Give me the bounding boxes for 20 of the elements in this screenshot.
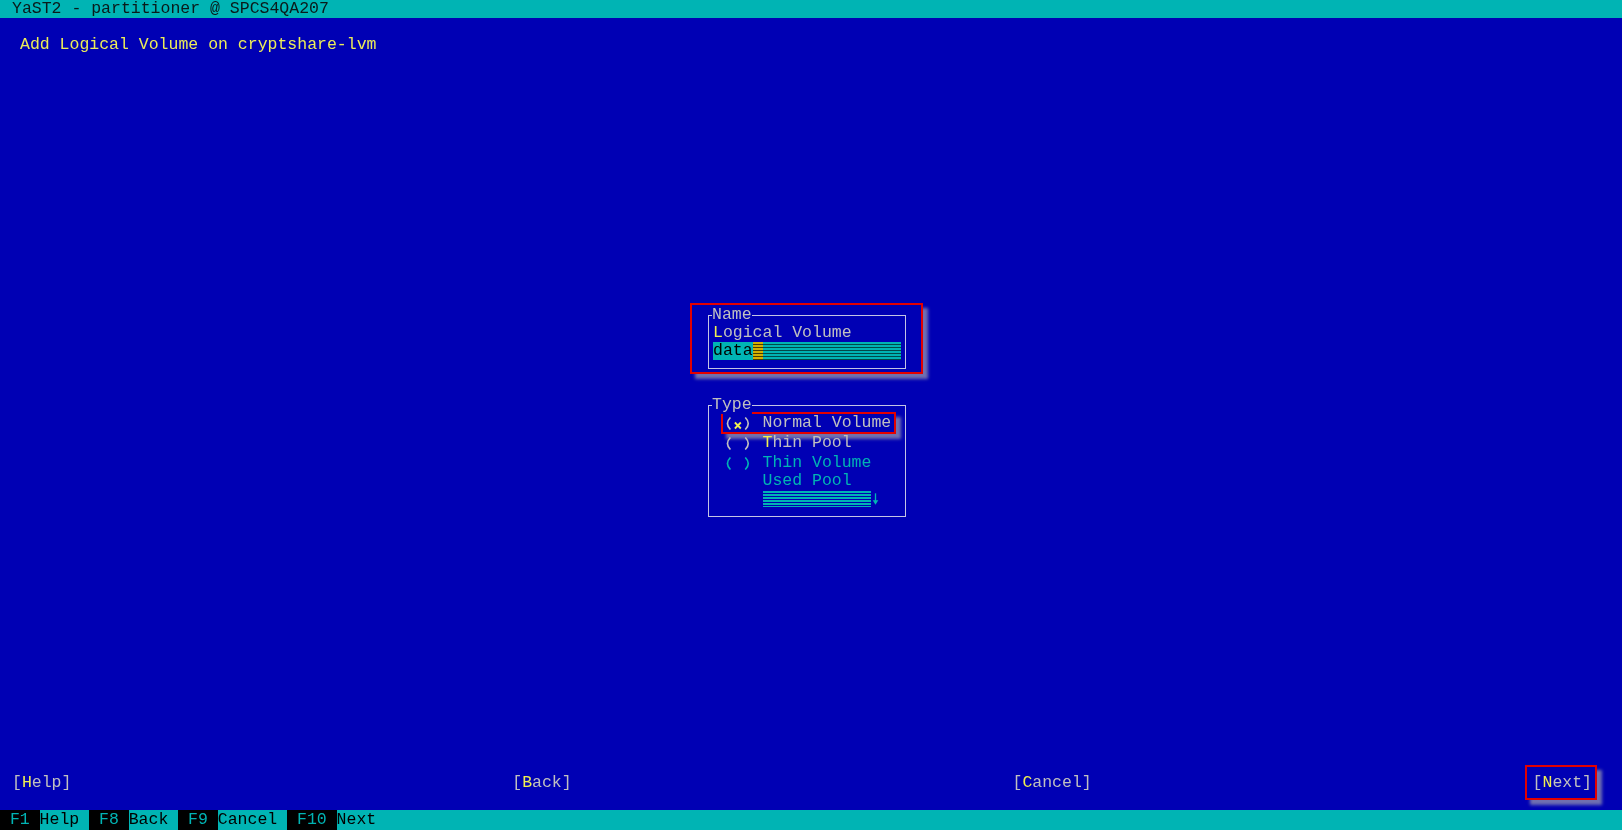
field-label: Logical Volume — [713, 324, 852, 342]
dialog-heading: Add Logical Volume on cryptshare-lvm — [20, 36, 377, 54]
radio-option[interactable]: Normal Volume — [722, 414, 892, 432]
function-key[interactable]: F10 — [287, 810, 337, 830]
dialog-button[interactable]: [Cancel] — [1012, 774, 1092, 792]
input-field[interactable]: data — [713, 342, 902, 360]
function-key-label: Help — [39, 810, 80, 830]
dialog-button[interactable]: [Next] — [1532, 774, 1592, 792]
function-key-label: Next — [336, 810, 377, 830]
title-bar: YaST2 - partitioner @ SPCS4QA207 — [0, 0, 1622, 18]
function-key-label: Back — [128, 810, 169, 830]
function-key[interactable]: F9 — [178, 810, 218, 830]
dialog-button[interactable]: [Back] — [512, 774, 572, 792]
radio-option[interactable]: Thin Pool — [722, 434, 852, 452]
dialog-button[interactable]: [Help] — [12, 774, 72, 792]
function-key-label: Cancel — [217, 810, 278, 830]
function-key[interactable]: F8 — [89, 810, 129, 830]
group-title: Type — [712, 396, 752, 414]
function-key[interactable]: F1 — [0, 810, 40, 830]
field-label: Used Pool — [762, 472, 852, 490]
